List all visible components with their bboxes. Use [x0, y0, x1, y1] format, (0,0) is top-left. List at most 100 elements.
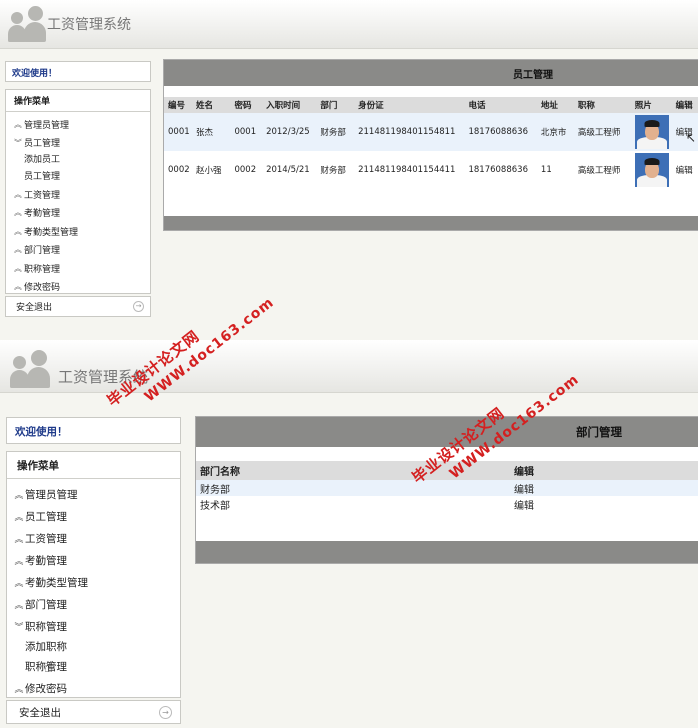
- column-header: 地址: [536, 97, 574, 113]
- table-cell: 18176088636: [468, 165, 528, 175]
- menu-item[interactable]: ︽ 考勤类型管理: [7, 571, 180, 593]
- table-header-row: 编号 姓名 密码 入职时间 部门 身份证 电话 地址 职称 照片 编辑: [164, 97, 698, 113]
- table-cell: 0001: [164, 113, 193, 151]
- menu-item[interactable]: ︽ 员工管理: [7, 505, 180, 527]
- menu-item-label: 部门管理: [24, 246, 61, 257]
- edit-link[interactable]: 编辑: [510, 480, 698, 496]
- top-header: 工资管理系统: [0, 340, 698, 393]
- chevron-up-icon: ︽: [14, 189, 22, 199]
- menu-item[interactable]: ︽ 管理员管理: [6, 115, 150, 134]
- menu-item-label: 管理员管理: [25, 488, 78, 501]
- chevron-up-icon: ︽: [14, 490, 24, 501]
- chevron-down-icon: ︾: [14, 622, 24, 633]
- table-cell: 11: [540, 165, 552, 175]
- employee-photo: [634, 115, 669, 149]
- chevron-up-icon: ︽: [14, 600, 24, 611]
- column-header: 密码: [230, 97, 263, 113]
- menu-item-label: 员工管理: [25, 510, 67, 523]
- table-cell: 北京市: [536, 113, 574, 151]
- mouse-cursor-icon: ↖: [686, 131, 697, 145]
- column-header: 职称: [573, 97, 631, 113]
- menu-item[interactable]: ︽ 修改密码: [7, 677, 180, 699]
- menu-item[interactable]: ︽ 考勤管理: [6, 204, 150, 223]
- menu-item[interactable]: ︽ 部门管理: [7, 593, 180, 615]
- chevron-up-icon: ︽: [14, 226, 22, 236]
- table-row: 技术部 编辑: [196, 496, 698, 512]
- logout-label: 安全退出: [16, 303, 53, 313]
- edit-link[interactable]: 编辑: [510, 496, 698, 512]
- chevron-up-icon: ︽: [14, 512, 24, 523]
- chevron-up-icon: ︽: [14, 556, 24, 567]
- arrow-right-icon: →: [133, 301, 144, 312]
- table-cell: 赵小强: [196, 166, 222, 176]
- column-header: 部门: [316, 97, 355, 113]
- app-logo-icon: [8, 4, 46, 42]
- welcome-text: 欢迎使用！: [15, 426, 68, 438]
- chevron-up-icon: ︽: [14, 578, 24, 589]
- menu-item-label: 考勤类型管理: [24, 227, 79, 238]
- table-cell: 2014/5/21: [266, 165, 310, 175]
- table-cell: 技术部: [200, 500, 230, 512]
- menu-list: ︽ 管理员管理 ︾ 员工管理 添加员工 员工管理 ︽ 工资管理 ︽ 考勤管理 ︽ 考勤类型管理 ︽ 部门管…: [6, 112, 150, 296]
- menu-item-label: 职称管理: [24, 264, 61, 275]
- panel-footer: [164, 216, 698, 230]
- chevron-down-icon: ︾: [14, 138, 22, 148]
- menu-item-label: 工资管理: [24, 190, 61, 201]
- arrow-right-icon: →: [159, 705, 172, 719]
- menu-title: 操作菜单: [7, 452, 180, 479]
- column-header: 身份证: [354, 97, 465, 113]
- logout-button[interactable]: 安全退出 →: [5, 296, 151, 317]
- chevron-up-icon: ︽: [14, 534, 24, 545]
- welcome-text: 欢迎使用！: [12, 69, 58, 79]
- welcome-box: 欢迎使用！: [5, 61, 151, 82]
- table-cell: 0002: [168, 165, 190, 175]
- submenu-item[interactable]: 员工管理: [6, 169, 150, 186]
- chevron-up-icon: ︽: [14, 282, 22, 292]
- menu-item[interactable]: ︽ 修改密码: [6, 278, 150, 297]
- app-logo-icon: [10, 348, 50, 388]
- menu-item[interactable]: ︽ 工资管理: [7, 527, 180, 549]
- table-cell: 高级工程师: [573, 113, 631, 151]
- panel-title-text: 员工管理: [513, 69, 553, 81]
- column-header: 编辑: [510, 461, 698, 480]
- menu-item[interactable]: ︽ 工资管理: [6, 185, 150, 204]
- menu-item-label: 工资管理: [25, 532, 67, 545]
- table-cell: 财务部: [316, 113, 355, 151]
- menu-item-label: 部门管理: [25, 598, 67, 611]
- table-cell: 2012/3/25: [262, 113, 317, 151]
- menu-item-label: 考勤类型管理: [25, 576, 88, 589]
- column-header: 入职时间: [262, 97, 317, 113]
- table-cell: 财务部: [196, 480, 511, 496]
- menu-item[interactable]: ︾ 职称管理: [7, 615, 180, 637]
- menu-item-label: 管理员管理: [24, 120, 70, 131]
- table-row: 0001 张杰 0001 2012/3/25 财务部 211481198401154811…: [164, 113, 698, 151]
- panel-footer: [196, 541, 698, 563]
- menu-item-label: 修改密码: [25, 682, 67, 695]
- chevron-up-icon: ︽: [14, 119, 22, 129]
- employee-photo: [634, 153, 669, 187]
- submenu-item[interactable]: 职称管理: [7, 657, 180, 677]
- table-cell: 张杰: [192, 113, 231, 151]
- column-header: 编号: [164, 97, 193, 113]
- edit-link[interactable]: 编辑: [672, 151, 698, 189]
- column-header: 姓名: [192, 97, 231, 113]
- welcome-box: 欢迎使用！: [6, 417, 181, 444]
- column-header: 电话: [464, 97, 537, 113]
- table-cell: [630, 113, 672, 151]
- menu-item-label: 员工管理: [24, 139, 61, 150]
- menu-title: 操作菜单: [6, 90, 150, 112]
- menu-item[interactable]: ︾ 员工管理: [6, 134, 150, 153]
- menu-item[interactable]: ︽ 部门管理: [6, 241, 150, 260]
- menu-item[interactable]: ︽ 管理员管理: [7, 483, 180, 505]
- menu-item-label: 修改密码: [24, 283, 61, 294]
- submenu-item[interactable]: 添加员工: [6, 152, 150, 169]
- submenu-item[interactable]: 添加职称: [7, 637, 180, 657]
- chevron-up-icon: ︽: [14, 245, 22, 255]
- logout-button[interactable]: 安全退出 →: [6, 700, 181, 724]
- menu-item[interactable]: ︽ 考勤管理: [7, 549, 180, 571]
- app-title: 工资管理系统: [47, 17, 131, 33]
- menu-item[interactable]: ︽ 考勤类型管理: [6, 222, 150, 241]
- table-cell: 0001: [230, 113, 263, 151]
- menu-item[interactable]: ︽ 职称管理: [6, 259, 150, 278]
- column-header: 照片: [630, 97, 672, 113]
